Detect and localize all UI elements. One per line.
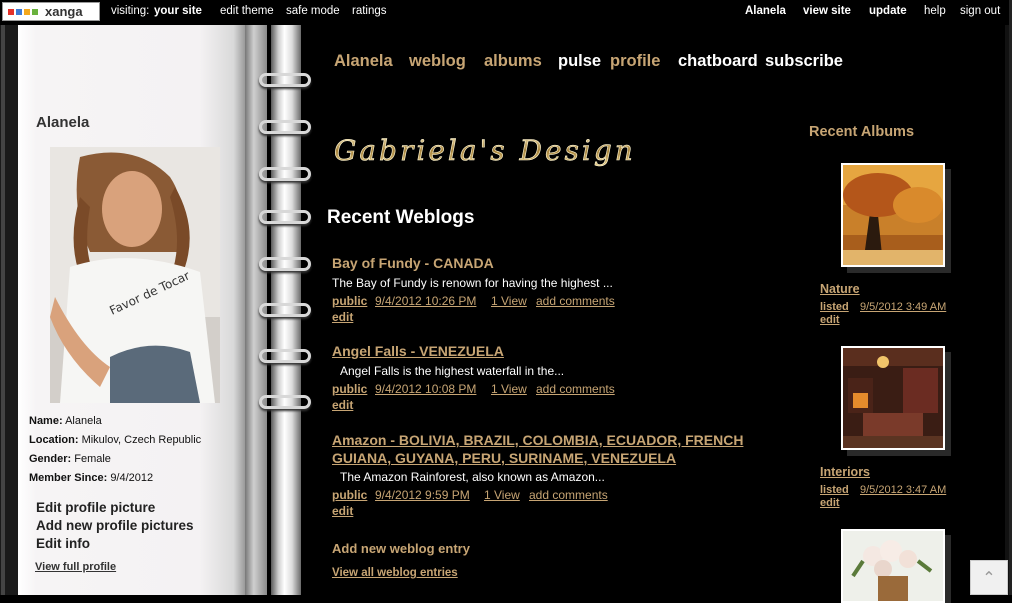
album-status[interactable]: listed	[820, 484, 849, 496]
nav-subscribe[interactable]: subscribe	[765, 52, 843, 71]
edit-info-link[interactable]: Edit info	[36, 536, 90, 551]
binding-ring	[259, 349, 311, 363]
add-new-weblog-entry-link[interactable]: Add new weblog entry	[332, 541, 470, 556]
logo-square-red	[8, 9, 14, 15]
post-views[interactable]: 1 View	[484, 488, 520, 502]
post-edit[interactable]: edit	[332, 398, 353, 412]
help-link[interactable]: help	[924, 5, 946, 17]
post-title-amazon-line1[interactable]: Amazon - BOLIVIA, BRAZIL, COLOMBIA, ECUA…	[332, 432, 743, 449]
logo-text: xanga	[45, 4, 83, 19]
album-edit[interactable]: edit	[820, 314, 840, 326]
binding-ring	[259, 395, 311, 409]
safe-mode-link[interactable]: safe mode	[286, 5, 340, 17]
post-title-bay-of-fundy[interactable]: Bay of Fundy - CANADA	[332, 255, 494, 272]
svg-text:Gabriela's Design: Gabriela's Design	[334, 134, 636, 167]
nav-profile[interactable]: profile	[610, 52, 660, 71]
info-member-since: Member Since: 9/4/2012	[29, 472, 154, 484]
double-chevron-up-icon: ⌃	[982, 568, 996, 587]
album-edit[interactable]: edit	[820, 497, 840, 509]
nav-weblog[interactable]: weblog	[409, 52, 466, 71]
album-status[interactable]: listed	[820, 301, 849, 313]
view-all-weblog-entries-link[interactable]: View all weblog entries	[332, 567, 458, 579]
nav-albums[interactable]: albums	[484, 52, 542, 71]
album-name-interiors[interactable]: Interiors	[820, 465, 870, 479]
binding-ring	[259, 210, 311, 224]
edit-theme-link[interactable]: edit theme	[220, 5, 274, 17]
post-excerpt: The Bay of Fundy is renown for having th…	[332, 276, 613, 290]
post-title-angel-falls[interactable]: Angel Falls - VENEZUELA	[332, 343, 504, 360]
visiting-label: visiting:	[111, 5, 150, 17]
album-name-nature[interactable]: Nature	[820, 282, 860, 296]
edit-profile-picture-link[interactable]: Edit profile picture	[36, 500, 155, 515]
post-add-comments[interactable]: add comments	[536, 294, 615, 308]
binding-ring	[259, 167, 311, 181]
post-views[interactable]: 1 View	[491, 382, 527, 396]
post-date[interactable]: 9/4/2012 10:08 PM	[375, 382, 476, 396]
user-link[interactable]: Alanela	[745, 5, 786, 17]
info-location: Location: Mikulov, Czech Republic	[29, 434, 202, 446]
album-thumbnail-interiors[interactable]	[841, 346, 945, 450]
post-excerpt: Angel Falls is the highest waterfall in …	[340, 364, 565, 378]
top-bar: xanga visiting: your site edit theme saf…	[0, 0, 1012, 25]
post-add-comments[interactable]: add comments	[536, 382, 615, 396]
update-link[interactable]: update	[869, 5, 907, 17]
post-views[interactable]: 1 View	[491, 294, 527, 308]
view-full-profile-link[interactable]: View full profile	[35, 561, 116, 573]
binding-ring	[259, 257, 311, 271]
profile-name: Alanela	[36, 114, 90, 131]
post-visibility[interactable]: public	[332, 382, 367, 396]
binding-ring	[259, 73, 311, 87]
nav-alanela[interactable]: Alanela	[334, 52, 393, 71]
post-visibility[interactable]: public	[332, 488, 367, 502]
nav-pulse[interactable]: pulse	[558, 52, 601, 71]
post-add-comments[interactable]: add comments	[529, 488, 608, 502]
post-edit[interactable]: edit	[332, 504, 353, 518]
recent-weblogs-heading: Recent Weblogs	[327, 207, 475, 228]
post-edit[interactable]: edit	[332, 310, 353, 324]
album-date[interactable]: 9/5/2012 3:49 AM	[860, 301, 946, 313]
post-visibility[interactable]: public	[332, 294, 367, 308]
info-name: Name: Alanela	[29, 415, 102, 427]
binding-ring	[259, 303, 311, 317]
album-date[interactable]: 9/5/2012 3:47 AM	[860, 484, 946, 496]
your-site-link[interactable]: your site	[154, 5, 202, 17]
album-thumbnail-nature[interactable]	[841, 163, 945, 267]
logo-square-orange	[24, 9, 30, 15]
binding-ring	[259, 120, 311, 134]
scroll-to-top-button[interactable]: ⌃	[970, 560, 1008, 595]
album-thumbnail-flowers[interactable]	[841, 529, 945, 603]
ratings-link[interactable]: ratings	[352, 5, 387, 17]
xanga-logo[interactable]: xanga	[2, 2, 100, 21]
nav-chatboard[interactable]: chatboard	[678, 52, 758, 71]
add-profile-pictures-link[interactable]: Add new profile pictures	[36, 518, 194, 533]
logo-square-green	[32, 9, 38, 15]
info-gender: Gender: Female	[29, 453, 111, 465]
gabrielas-design-logo: Gabriela's Design	[334, 134, 636, 168]
post-title-amazon-line2[interactable]: GUIANA, GUYANA, PERU, SURINAME, VENEZUEL…	[332, 450, 676, 467]
sidebar-edge	[1, 25, 5, 595]
profile-photo[interactable]: Favor de Tocar	[50, 147, 220, 403]
post-date[interactable]: 9/4/2012 10:26 PM	[375, 294, 476, 308]
recent-albums-heading: Recent Albums	[809, 124, 915, 140]
post-excerpt: The Amazon Rainforest, also known as Ama…	[340, 470, 605, 484]
sign-out-link[interactable]: sign out	[960, 5, 1000, 17]
view-site-link[interactable]: view site	[803, 5, 851, 17]
post-date[interactable]: 9/4/2012 9:59 PM	[375, 488, 470, 502]
logo-square-blue	[16, 9, 22, 15]
